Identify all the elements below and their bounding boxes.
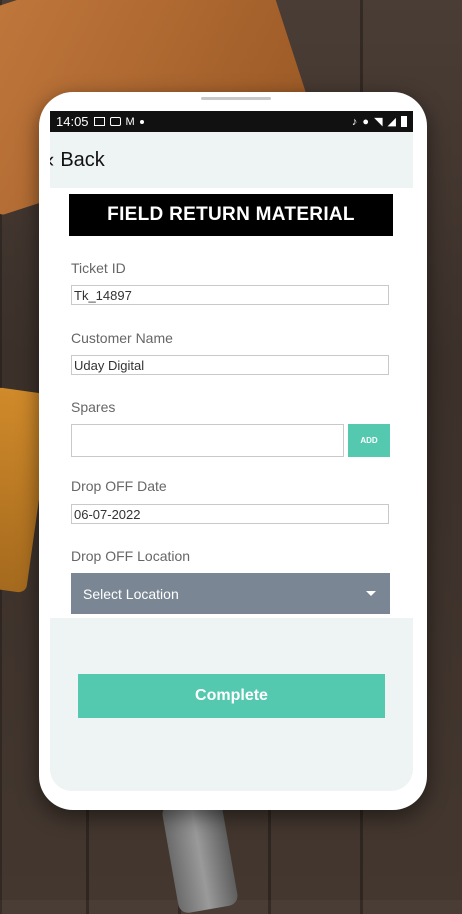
drop-off-location-select[interactable]: Select Location <box>71 573 390 614</box>
phone-speaker <box>201 97 271 100</box>
ticket-id-label: Ticket ID <box>71 260 126 276</box>
gmail-icon: M <box>125 115 135 128</box>
top-bar: ‹ Back <box>50 132 413 188</box>
drop-off-date-label: Drop OFF Date <box>71 478 167 494</box>
status-bar: 14:05 M ♪ ● ◥ ◢ <box>50 111 413 132</box>
wifi-icon: ◥ <box>374 116 383 128</box>
add-spare-button[interactable]: ADD <box>348 424 390 457</box>
notification-dot-icon <box>139 119 144 124</box>
page-title: FIELD RETURN MATERIAL <box>69 194 393 236</box>
image-icon <box>93 117 105 126</box>
back-chevron-icon[interactable]: ‹ <box>50 147 54 173</box>
status-bar-right: ♪ ● ◥ ◢ <box>352 115 407 128</box>
phone-frame: 14:05 M ♪ ● ◥ ◢ ‹ Back FIELD RETURN MATE… <box>39 92 427 810</box>
drop-off-date-field[interactable]: 06-07-2022 <box>71 504 389 524</box>
ticket-id-field[interactable]: Tk_14897 <box>71 285 389 305</box>
background-wrench <box>160 795 240 914</box>
spares-label: Spares <box>71 399 116 415</box>
battery-icon <box>401 116 407 127</box>
complete-button[interactable]: Complete <box>78 674 385 718</box>
app-screen: 14:05 M ♪ ● ◥ ◢ ‹ Back FIELD RETURN MATE… <box>50 111 413 791</box>
youtube-icon <box>109 117 121 126</box>
signal-icon: ◢ <box>387 116 396 128</box>
customer-name-label: Customer Name <box>71 330 173 346</box>
mute-icon: ♪ <box>351 115 358 128</box>
location-icon: ● <box>362 115 370 128</box>
back-button[interactable]: Back <box>60 149 104 172</box>
chevron-down-icon <box>366 591 376 596</box>
drop-off-location-label: Drop OFF Location <box>71 548 191 564</box>
drop-off-location-value: Select Location <box>83 585 179 602</box>
status-bar-left: 14:05 M <box>56 114 144 129</box>
spares-input[interactable] <box>71 424 344 457</box>
customer-name-field[interactable]: Uday Digital <box>71 355 389 375</box>
form-card: FIELD RETURN MATERIAL Ticket ID Tk_14897… <box>50 188 413 618</box>
status-time: 14:05 <box>56 114 89 129</box>
